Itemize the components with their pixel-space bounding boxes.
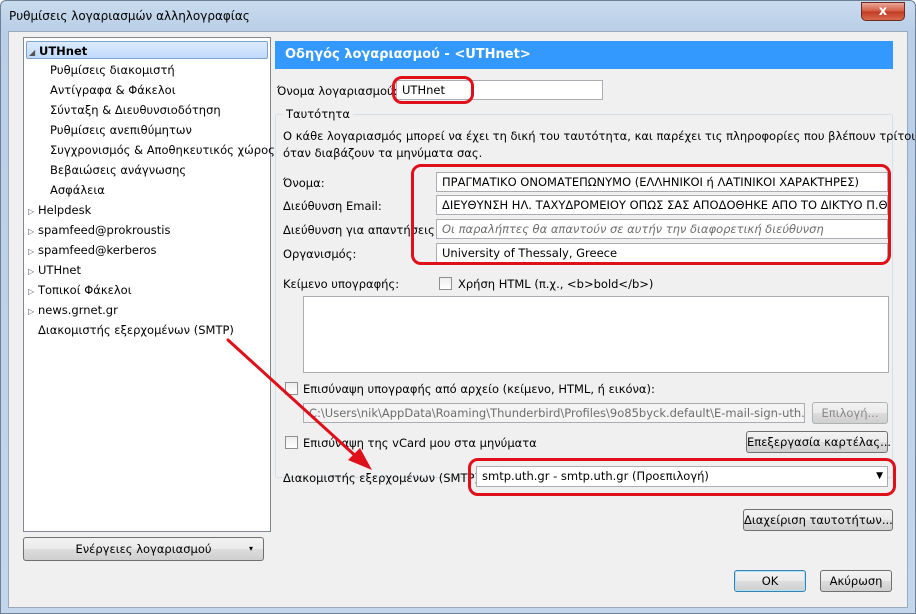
tree-item-helpdesk[interactable]: ▷ Helpdesk <box>28 201 91 219</box>
title-bar[interactable]: Ρυθμίσεις λογαριασμών αλληλογραφίας x <box>1 1 915 31</box>
dropdown-arrow-icon: ▾ <box>248 544 253 553</box>
tree-item-label: Διακομιστής εξερχομένων (SMTP) <box>38 323 234 337</box>
tree-item-label: spamfeed@prokroustis <box>38 223 171 237</box>
page-header: Οδηγός λογαριασμού - <UTHnet> <box>275 41 893 69</box>
tree-item-uthnet[interactable]: ◢ UTHnet <box>26 41 268 59</box>
identity-description-line1: Ο κάθε λογαριασμός μπορεί να έχει τη δικ… <box>283 129 916 143</box>
account-actions-button[interactable]: Ενέργειες λογαριασμού ▾ <box>23 537 264 561</box>
tree-item-spamfeed-prokroustis[interactable]: ▷ spamfeed@prokroustis <box>28 221 171 239</box>
tree-item-label: Helpdesk <box>38 203 92 217</box>
signature-file-path[interactable]: C:\Users\nik\AppData\Roaming\Thunderbird… <box>303 403 805 423</box>
use-html-checkbox[interactable] <box>439 277 452 290</box>
tree-item-junk-settings[interactable]: Ρυθμίσεις ανεπιθύμητων <box>50 121 192 139</box>
tree-item-outgoing-smtp[interactable]: Διακομιστής εξερχομένων (SMTP) <box>38 321 234 339</box>
account-actions-label: Ενέργειες λογαριασμού <box>75 542 212 556</box>
use-html-label: Χρήση HTML (π.χ., <b>bold</b>) <box>458 277 654 291</box>
attach-signature-label: Επισύναψη υπογραφής από αρχείο (κείμενο,… <box>303 382 655 396</box>
tree-item-label: news.grnet.gr <box>38 303 118 317</box>
email-input[interactable]: ΔΙΕΥΘΥΝΣΗ ΗΛ. ΤΑΧΥΔΡΟΜΕΙΟΥ ΟΠΩΣ ΣΑΣ ΑΠΟΔ… <box>436 195 888 215</box>
tree-item-label: Ρυθμίσεις ανεπιθύμητων <box>50 123 192 137</box>
attach-signature-checkbox[interactable] <box>285 382 298 395</box>
edit-card-button[interactable]: Επεξεργασία καρτέλας... <box>746 431 891 453</box>
tree-item-label: Τοπικοί Φάκελοι <box>38 283 132 297</box>
tree-item-copies-folders[interactable]: Αντίγραφα & Φάκελοι <box>50 81 176 99</box>
tree-item-sync-storage[interactable]: Συγχρονισμός & Αποθηκευτικός χώρος <box>50 141 275 159</box>
smtp-server-select[interactable]: smtp.uth.gr - smtp.uth.gr (Προεπιλογή) ▼ <box>476 466 888 487</box>
tree-item-server-settings[interactable]: Ρυθμίσεις διακομιστή <box>50 61 175 79</box>
close-button[interactable]: x <box>861 2 905 21</box>
identity-description-line2: όταν διαβάζουν τα μηνύματα σας. <box>283 146 483 160</box>
tree-item-label: Αντίγραφα & Φάκελοι <box>50 83 176 97</box>
tree-item-label: Σύνταξη & Διευθυνσιοδότηση <box>50 103 221 117</box>
manage-identities-button[interactable]: Διαχείριση ταυτοτήτων... <box>743 509 893 531</box>
attach-vcard-checkbox[interactable] <box>285 436 298 449</box>
smtp-selected-value: smtp.uth.gr - smtp.uth.gr (Προεπιλογή) <box>482 469 709 483</box>
tree-item-local-folders[interactable]: ▷ Τοπικοί Φάκελοι <box>28 281 132 299</box>
tree-item-uthnet-2[interactable]: ▷ UTHnet <box>28 261 81 279</box>
expanded-twisty-icon[interactable]: ◢ <box>29 44 39 62</box>
account-name-input[interactable]: UTHnet <box>396 80 603 100</box>
collapsed-twisty-icon[interactable]: ▷ <box>28 263 38 281</box>
collapsed-twisty-icon[interactable]: ▷ <box>28 303 38 321</box>
name-label: Όνομα: <box>283 176 325 190</box>
tree-item-spamfeed-kerberos[interactable]: ▷ spamfeed@kerberos <box>28 241 156 259</box>
tree-item-label: Ασφάλεια <box>50 183 105 197</box>
tree-item-return-receipts[interactable]: Βεβαιώσεις ανάγνωσης <box>50 161 186 179</box>
identity-group-title: Ταυτότητα <box>283 107 353 121</box>
collapsed-twisty-icon[interactable]: ▷ <box>28 223 38 241</box>
account-tree[interactable]: ◢ UTHnet Ρυθμίσεις διακομιστή Αντίγραφα &… <box>23 37 275 532</box>
reply-to-label: Διεύθυνση για απαντήσεις: <box>283 223 439 237</box>
cancel-button[interactable]: Ακύρωση <box>820 570 892 592</box>
account-name-label: Όνομα λογαριασμού: <box>277 84 398 98</box>
collapsed-twisty-icon[interactable]: ▷ <box>28 283 38 301</box>
smtp-label: Διακομιστής εξερχομένων (SMTP): <box>283 471 483 485</box>
organization-input[interactable]: University of Thessaly, Greece <box>436 243 888 263</box>
tree-item-label: UTHnet <box>39 44 88 58</box>
collapsed-twisty-icon[interactable]: ▷ <box>28 203 38 221</box>
tree-item-label: spamfeed@kerberos <box>38 243 157 257</box>
dialog-client-area: ◢ UTHnet Ρυθμίσεις διακομιστή Αντίγραφα &… <box>8 31 915 608</box>
dropdown-arrow-icon: ▼ <box>876 471 883 481</box>
tree-item-security[interactable]: Ασφάλεια <box>50 181 105 199</box>
signature-textarea[interactable] <box>303 296 889 373</box>
tree-item-label: Ρυθμίσεις διακομιστή <box>50 63 175 77</box>
tree-item-news-grnet[interactable]: ▷ news.grnet.gr <box>28 301 118 319</box>
collapsed-twisty-icon[interactable]: ▷ <box>28 243 38 261</box>
email-label: Διεύθυνση Email: <box>283 199 382 213</box>
window-title: Ρυθμίσεις λογαριασμών αλληλογραφίας <box>9 9 250 23</box>
organization-label: Οργανισμός: <box>283 247 357 261</box>
signature-text-label: Κείμενο υπογραφής: <box>283 277 400 291</box>
attach-vcard-label: Επισύναψη της vCard μου στα μηνύματα <box>303 436 537 450</box>
dialog-window: Ρυθμίσεις λογαριασμών αλληλογραφίας x ◢ U… <box>0 0 916 614</box>
tree-item-composition[interactable]: Σύνταξη & Διευθυνσιοδότηση <box>50 101 221 119</box>
reply-to-input[interactable]: Οι παραλήπτες θα απαντούν σε αυτήν την δ… <box>436 219 888 239</box>
name-input[interactable]: ΠΡΑΓΜΑΤΙΚΟ ΟΝΟΜΑΤΕΠΩΝΥΜΟ (ΕΛΛΗΝΙΚΟΙ ή ΛΑ… <box>436 172 888 192</box>
tree-item-label: Συγχρονισμός & Αποθηκευτικός χώρος <box>50 143 275 157</box>
ok-button[interactable]: OK <box>734 570 806 592</box>
tree-item-label: Βεβαιώσεις ανάγνωσης <box>50 163 187 177</box>
tree-item-label: UTHnet <box>38 263 81 277</box>
choose-file-button[interactable]: Επιλογή... <box>812 402 888 424</box>
